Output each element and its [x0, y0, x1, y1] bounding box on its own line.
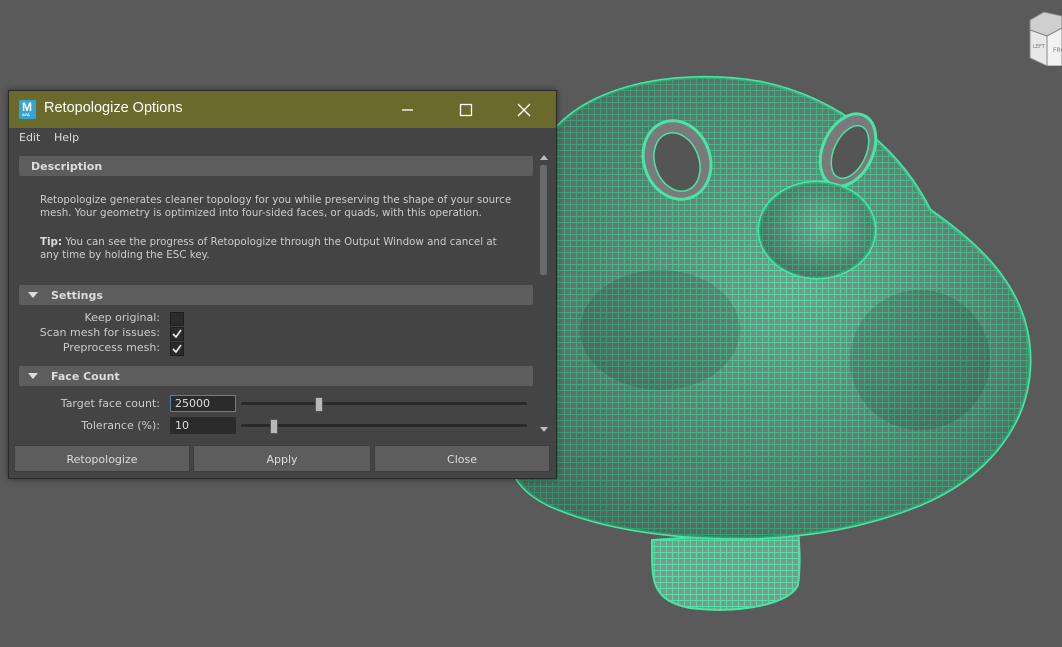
preprocess-mesh-checkbox[interactable]: [170, 342, 184, 356]
retopologize-options-dialog: M AYA Retopologize Options Edit Help Des…: [8, 90, 557, 479]
vertical-scrollbar[interactable]: [538, 152, 550, 437]
tolerance-slider-handle[interactable]: [269, 419, 278, 434]
menu-bar: Edit Help: [9, 128, 556, 148]
tip-line-2: any time by holding the ESC key.: [40, 249, 210, 261]
settings-header-label: Settings: [51, 289, 103, 302]
description-header-label: Description: [31, 160, 103, 173]
retopologize-button[interactable]: Retopologize: [14, 445, 190, 472]
tip-line-1-text: You can see the progress of Retopologize…: [62, 236, 497, 248]
menu-edit[interactable]: Edit: [19, 131, 40, 144]
description-line-1: Retopologize generates cleaner topology …: [40, 194, 512, 206]
settings-section-header[interactable]: Settings: [19, 285, 533, 305]
collapse-arrow-icon: [28, 373, 38, 379]
minimize-button[interactable]: [398, 100, 418, 120]
preprocess-mesh-label: Preprocess mesh:: [62, 341, 160, 354]
options-scroll-area[interactable]: Description Retopologize generates clean…: [19, 154, 535, 437]
tolerance-input[interactable]: [170, 417, 236, 434]
keep-original-checkbox[interactable]: [170, 312, 184, 326]
description-line-2: mesh. Your geometry is optimized into fo…: [40, 207, 482, 219]
tolerance-label: Tolerance (%):: [81, 419, 160, 432]
apply-button[interactable]: Apply: [193, 445, 371, 472]
view-cube-front-label: FRONT: [1053, 47, 1062, 54]
tolerance-slider[interactable]: [241, 424, 527, 427]
close-window-button[interactable]: [514, 100, 534, 120]
checkmark-icon: [172, 344, 182, 354]
maximize-icon: [459, 103, 473, 117]
mushroom-mesh: [505, 75, 1032, 611]
description-section-header[interactable]: Description: [19, 156, 533, 176]
scan-mesh-label: Scan mesh for issues:: [39, 326, 160, 339]
app-icon-sub: AYA: [22, 112, 30, 117]
tip-label: Tip:: [40, 236, 63, 248]
maximize-button[interactable]: [456, 100, 476, 120]
target-face-count-slider[interactable]: [241, 402, 527, 405]
face-count-section-header[interactable]: Face Count: [19, 366, 533, 386]
tip-line-1: Tip: You can see the progress of Retopol…: [40, 236, 520, 249]
menu-help[interactable]: Help: [54, 131, 79, 144]
scroll-down-arrow-icon[interactable]: [540, 427, 548, 432]
close-button[interactable]: Close: [374, 445, 550, 472]
maya-app-icon: M AYA: [19, 100, 36, 119]
keep-original-label: Keep original:: [84, 311, 160, 324]
scroll-up-arrow-icon[interactable]: [540, 155, 548, 160]
close-icon: [517, 103, 531, 117]
description-text: Retopologize generates cleaner topology …: [40, 194, 520, 220]
minimize-icon: [402, 109, 413, 111]
window-title: Retopologize Options: [44, 100, 183, 116]
tip-text: Tip: You can see the progress of Retopol…: [40, 236, 520, 262]
target-face-count-slider-handle[interactable]: [315, 397, 324, 412]
scan-mesh-checkbox[interactable]: [170, 327, 184, 341]
scroll-thumb[interactable]: [540, 165, 547, 275]
face-count-header-label: Face Count: [51, 370, 120, 383]
target-face-count-label: Target face count:: [60, 397, 160, 410]
view-cube-left-label: LEFT: [1033, 44, 1046, 50]
target-face-count-input[interactable]: [170, 395, 236, 412]
checkmark-icon: [172, 329, 182, 339]
title-bar[interactable]: M AYA Retopologize Options: [9, 91, 556, 128]
view-cube[interactable]: LEFT FRONT: [1027, 8, 1062, 66]
collapse-arrow-icon: [28, 292, 38, 298]
